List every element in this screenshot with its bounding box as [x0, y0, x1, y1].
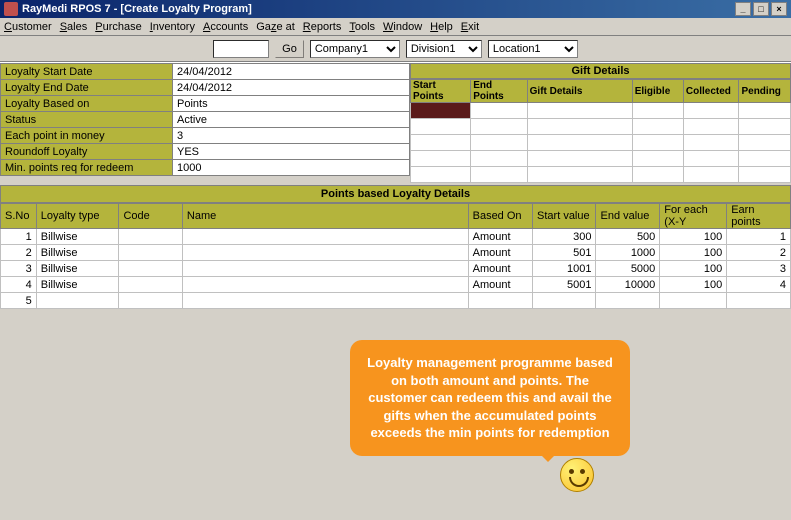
company-select[interactable]: Company1: [310, 40, 400, 58]
pbl-title: Points based Loyalty Details: [0, 185, 791, 203]
form-value[interactable]: 3: [173, 128, 410, 144]
gift-col: Pending: [739, 80, 791, 103]
smiley-icon: [560, 458, 594, 492]
menubar: Customer Sales Purchase Inventory Accoun…: [0, 18, 791, 36]
pbl-col: For each (X-Y: [660, 204, 727, 229]
form-label: Roundoff Loyalty: [1, 144, 173, 160]
menu-reports[interactable]: Reports: [303, 21, 342, 33]
gift-cell[interactable]: [411, 151, 471, 167]
pbl-col: Start value: [533, 204, 596, 229]
gift-cell[interactable]: [471, 119, 527, 135]
gift-cell[interactable]: [683, 151, 739, 167]
gift-cell[interactable]: [683, 167, 739, 183]
menu-purchase[interactable]: Purchase: [95, 21, 141, 33]
form-label: Loyalty Start Date: [1, 64, 173, 80]
gift-cell[interactable]: [632, 151, 683, 167]
menu-window[interactable]: Window: [383, 21, 422, 33]
gift-cell[interactable]: [632, 135, 683, 151]
gift-cell[interactable]: [739, 135, 791, 151]
gift-col: Collected: [683, 80, 739, 103]
division-select[interactable]: Division1: [406, 40, 482, 58]
gift-details-title: Gift Details: [410, 63, 791, 79]
gift-cell[interactable]: [739, 119, 791, 135]
gift-cell[interactable]: [411, 119, 471, 135]
table-row[interactable]: 1Billwise Amount300500 1001: [1, 229, 791, 245]
pbl-col: Earn points: [727, 204, 791, 229]
gift-col: Eligible: [632, 80, 683, 103]
toolbar: Go Company1 Division1 Location1: [0, 36, 791, 62]
gift-cell[interactable]: [683, 103, 739, 119]
gift-details-table[interactable]: Start PointsEnd PointsGift DetailsEligib…: [410, 79, 791, 183]
pbl-table[interactable]: S.NoLoyalty typeCodeNameBased OnStart va…: [0, 203, 791, 309]
pbl-col: Based On: [468, 204, 532, 229]
gift-cell[interactable]: [411, 103, 471, 119]
table-row[interactable]: 2Billwise Amount5011000 1002: [1, 245, 791, 261]
titlebar: RayMedi RPOS 7 - [Create Loyalty Program…: [0, 0, 791, 18]
gift-cell[interactable]: [632, 167, 683, 183]
gift-col: Gift Details: [527, 80, 632, 103]
form-value[interactable]: 1000: [173, 160, 410, 176]
app-icon: [4, 2, 18, 16]
gift-cell[interactable]: [683, 119, 739, 135]
gift-col: Start Points: [411, 80, 471, 103]
gift-cell[interactable]: [739, 167, 791, 183]
pbl-col: Loyalty type: [36, 204, 119, 229]
form-value[interactable]: 24/04/2012: [173, 80, 410, 96]
form-value[interactable]: 24/04/2012: [173, 64, 410, 80]
pbl-col: S.No: [1, 204, 37, 229]
location-select[interactable]: Location1: [488, 40, 578, 58]
menu-accounts[interactable]: Accounts: [203, 21, 248, 33]
gift-cell[interactable]: [471, 151, 527, 167]
gift-cell[interactable]: [411, 167, 471, 183]
gift-cell[interactable]: [632, 103, 683, 119]
menu-gazeat[interactable]: Gaze at: [256, 21, 295, 33]
gift-col: End Points: [471, 80, 527, 103]
menu-inventory[interactable]: Inventory: [150, 21, 195, 33]
gift-cell[interactable]: [471, 135, 527, 151]
menu-customer[interactable]: Customer: [4, 21, 52, 33]
window-title: RayMedi RPOS 7 - [Create Loyalty Program…: [22, 3, 252, 15]
gift-cell[interactable]: [739, 103, 791, 119]
pbl-col: Code: [119, 204, 182, 229]
info-callout: Loyalty management programme based on bo…: [350, 340, 630, 456]
form-value[interactable]: Active: [173, 112, 410, 128]
table-row[interactable]: 4Billwise Amount500110000 1004: [1, 277, 791, 293]
menu-help[interactable]: Help: [430, 21, 453, 33]
loyalty-form: Loyalty Start Date24/04/2012Loyalty End …: [0, 63, 410, 183]
table-row[interactable]: 3Billwise Amount10015000 1003: [1, 261, 791, 277]
gift-cell[interactable]: [527, 103, 632, 119]
form-label: Loyalty End Date: [1, 80, 173, 96]
form-label: Each point in money: [1, 128, 173, 144]
minimize-button[interactable]: _: [735, 2, 751, 16]
menu-exit[interactable]: Exit: [461, 21, 479, 33]
form-value[interactable]: Points: [173, 96, 410, 112]
gift-cell[interactable]: [527, 167, 632, 183]
gift-cell[interactable]: [683, 135, 739, 151]
form-label: Loyalty Based on: [1, 96, 173, 112]
form-label: Status: [1, 112, 173, 128]
gift-cell[interactable]: [471, 167, 527, 183]
pbl-col: End value: [596, 204, 660, 229]
gift-cell[interactable]: [471, 103, 527, 119]
menu-sales[interactable]: Sales: [60, 21, 88, 33]
form-label: Min. points req for redeem: [1, 160, 173, 176]
menu-tools[interactable]: Tools: [349, 21, 375, 33]
gift-cell[interactable]: [527, 135, 632, 151]
close-button[interactable]: ×: [771, 2, 787, 16]
gift-details-panel: Gift Details Start PointsEnd PointsGift …: [410, 63, 791, 183]
gift-cell[interactable]: [739, 151, 791, 167]
gift-cell[interactable]: [527, 151, 632, 167]
table-row[interactable]: 5: [1, 293, 791, 309]
form-value[interactable]: YES: [173, 144, 410, 160]
gift-cell[interactable]: [411, 135, 471, 151]
gift-cell[interactable]: [527, 119, 632, 135]
go-button[interactable]: Go: [275, 40, 304, 58]
search-input[interactable]: [213, 40, 269, 58]
maximize-button[interactable]: □: [753, 2, 769, 16]
pbl-col: Name: [182, 204, 468, 229]
gift-cell[interactable]: [632, 119, 683, 135]
